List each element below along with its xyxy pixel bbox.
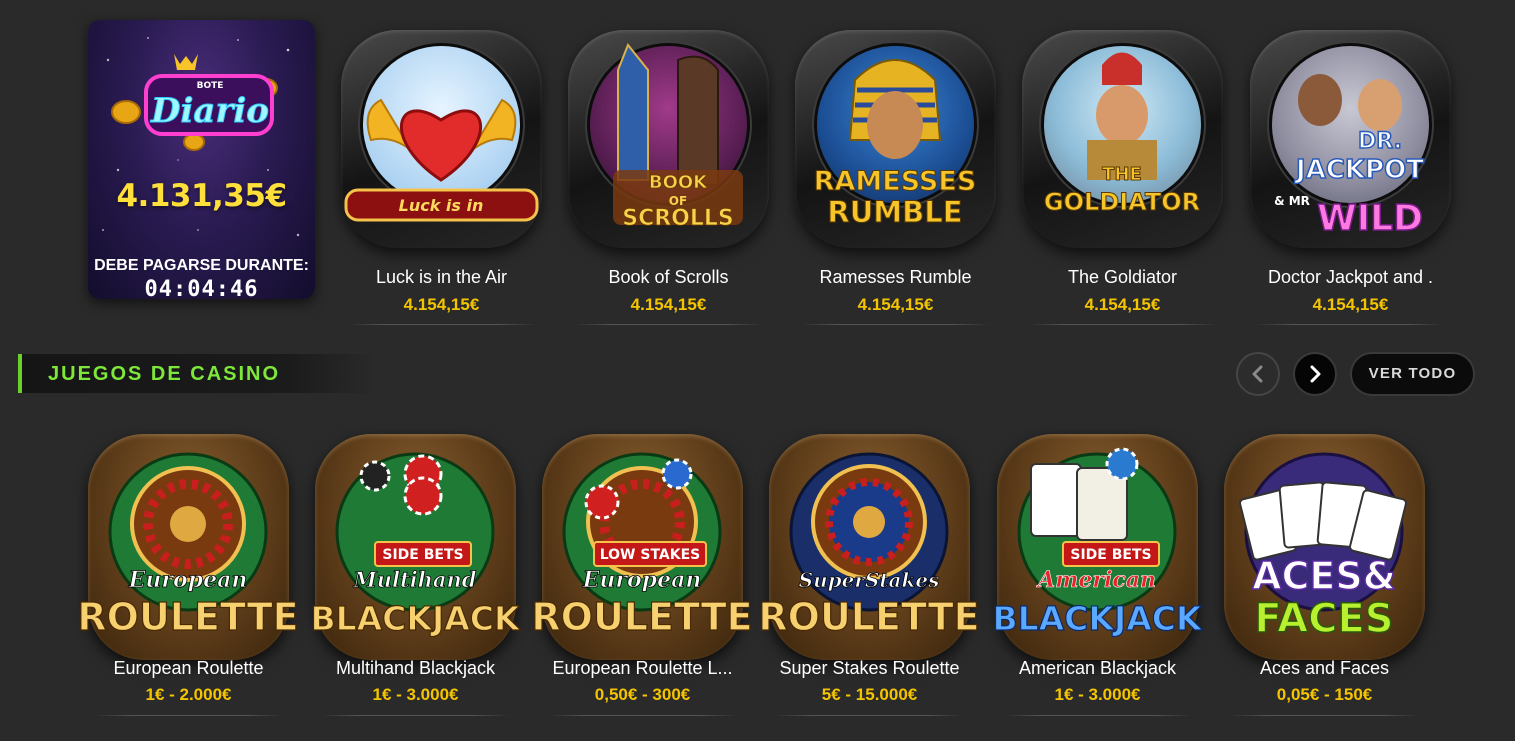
game-name: The Goldiator xyxy=(1067,267,1178,287)
roulette-wheel-icon: European ROULETTE xyxy=(77,452,299,640)
pharaoh-icon: RAMESSES RUMBLE xyxy=(813,59,977,230)
game-bet-range: 0,05€ - 150€ xyxy=(1276,685,1373,704)
svg-text:Multihand: Multihand xyxy=(353,567,477,592)
jackpot-timer: 04:04:46 xyxy=(144,277,259,299)
game-name: Multihand Blackjack xyxy=(335,658,496,678)
svg-text:SuperStakes: SuperStakes xyxy=(799,568,940,592)
view-all-button[interactable]: VER TODO xyxy=(1350,352,1475,396)
chevron-left-icon xyxy=(1252,365,1263,383)
svg-text:FACES: FACES xyxy=(1254,596,1393,642)
gladiator-icon: THE GOLDIATOR xyxy=(1043,52,1201,217)
game-tile-luck-is-in-the-air[interactable]: Luck is in Luck is in the Air 4.154,15€ xyxy=(339,24,544,329)
game-tile-the-goldiator[interactable]: THE GOLDIATOR The Goldiator 4.154,15€ xyxy=(1020,24,1225,329)
svg-text:WILD: WILD xyxy=(1317,198,1423,239)
game-bet-range: 1€ - 3.000€ xyxy=(372,685,459,704)
game-name: Aces and Faces xyxy=(1259,658,1390,678)
svg-text:BOTE: BOTE xyxy=(197,81,224,91)
svg-text:Diario: Diario xyxy=(150,91,269,131)
divider xyxy=(574,324,763,325)
svg-text:European: European xyxy=(128,567,248,593)
svg-text:GOLDIATOR: GOLDIATOR xyxy=(1044,188,1200,216)
game-tile-book-of-scrolls[interactable]: BOOK OF SCROLLS Book of Scrolls 4.154,15… xyxy=(566,24,771,329)
game-tile-doctor-jackpot[interactable]: DR. JACKPOT & MR WILD Doctor Jackpot and… xyxy=(1248,24,1453,329)
section-header-casino-games: JUEGOS DE CASINO xyxy=(18,354,378,393)
carousel-prev-button[interactable] xyxy=(1236,352,1280,396)
svg-text:SIDE BETS: SIDE BETS xyxy=(1070,547,1151,563)
jackpot-amount: 4.131,35€ xyxy=(116,178,287,214)
divider xyxy=(548,715,737,716)
svg-text:ROULETTE: ROULETTE xyxy=(77,595,298,639)
divider xyxy=(801,324,990,325)
divider xyxy=(775,715,964,716)
svg-text:SIDE BETS: SIDE BETS xyxy=(382,547,463,563)
poker-cards-icon: ACES& FACES xyxy=(1239,452,1407,643)
svg-text:European: European xyxy=(582,567,702,593)
winged-heart-icon: Luck is in xyxy=(344,98,539,222)
game-jackpot-amount: 4.154,15€ xyxy=(1084,295,1161,314)
divider xyxy=(321,715,510,716)
game-tile-european-roulette-low-stakes[interactable]: LOW STAKES European ROULETTE European Ro… xyxy=(531,434,753,739)
game-tile-super-stakes-roulette[interactable]: SuperStakes ROULETTE Super Stakes Roulet… xyxy=(758,434,980,739)
roulette-wheel-icon: SuperStakes ROULETTE xyxy=(758,452,980,640)
game-tile-american-blackjack[interactable]: SIDE BETS American BLACKJACK American Bl… xyxy=(992,434,1204,739)
carousel-next-button[interactable] xyxy=(1293,352,1337,396)
divider xyxy=(1230,715,1419,716)
game-bet-range: 1€ - 2.000€ xyxy=(145,685,232,704)
game-name: Doctor Jackpot and . xyxy=(1267,267,1434,287)
game-name: Ramesses Rumble xyxy=(819,267,972,287)
game-name: Book of Scrolls xyxy=(608,267,729,287)
svg-text:ACES&: ACES& xyxy=(1252,554,1396,598)
dr-jackpot-icon: DR. JACKPOT & MR WILD xyxy=(1274,74,1425,240)
book-of-scrolls-art: BOOK OF SCROLLS xyxy=(613,43,743,231)
game-jackpot-amount: 4.154,15€ xyxy=(403,295,480,314)
section-accent-bar xyxy=(18,354,22,393)
jackpot-due-label: DEBE PAGARSE DURANTE: xyxy=(94,257,309,274)
svg-text:RUMBLE: RUMBLE xyxy=(827,195,962,229)
svg-text:RAMESSES: RAMESSES xyxy=(814,166,977,197)
game-jackpot-amount: 4.154,15€ xyxy=(630,295,707,314)
blackjack-chips-icon: SIDE BETS Multihand BLACKJACK xyxy=(310,452,522,639)
svg-text:BOOK: BOOK xyxy=(649,172,708,193)
playing-cards-icon: SIDE BETS American BLACKJACK xyxy=(992,447,1204,639)
svg-text:JACKPOT: JACKPOT xyxy=(1294,155,1424,185)
game-name: Luck is in the Air xyxy=(375,267,508,287)
game-tile-ramesses-rumble[interactable]: RAMESSES RUMBLE Ramesses Rumble 4.154,15… xyxy=(793,24,998,329)
divider xyxy=(1003,715,1192,716)
svg-text:ROULETTE: ROULETTE xyxy=(758,595,979,639)
game-name: European Roulette xyxy=(113,658,264,678)
svg-text:BLACKJACK: BLACKJACK xyxy=(310,599,521,638)
game-name: Super Stakes Roulette xyxy=(779,658,960,678)
divider xyxy=(1028,324,1217,325)
game-jackpot-amount: 4.154,15€ xyxy=(1312,295,1389,314)
game-bet-range: 0,50€ - 300€ xyxy=(594,685,691,704)
svg-text:LOW STAKES: LOW STAKES xyxy=(600,547,701,563)
daily-jackpot-card[interactable]: BOTE Diario 4.131,35€ DEBE PAGARSE DURAN… xyxy=(88,20,315,299)
game-tile-aces-and-faces[interactable]: ACES& FACES Aces and Faces 0,05€ - 150€ xyxy=(1222,434,1427,739)
game-bet-range: 5€ - 15.000€ xyxy=(821,685,918,704)
game-bet-range: 1€ - 3.000€ xyxy=(1054,685,1141,704)
divider xyxy=(1256,324,1445,325)
divider xyxy=(347,324,536,325)
svg-text:BLACKJACK: BLACKJACK xyxy=(992,599,1203,638)
svg-text:Luck is in: Luck is in xyxy=(399,196,484,215)
svg-text:American: American xyxy=(1036,567,1156,593)
bote-diario-logo: BOTE Diario xyxy=(111,54,278,151)
svg-text:SCROLLS: SCROLLS xyxy=(622,206,734,231)
svg-text:DR.: DR. xyxy=(1358,129,1402,154)
chevron-right-icon xyxy=(1310,365,1321,383)
game-name: American Blackjack xyxy=(1018,658,1177,678)
divider xyxy=(94,715,283,716)
game-tile-european-roulette[interactable]: European ROULETTE European Roulette 1€ -… xyxy=(77,434,299,739)
svg-text:THE: THE xyxy=(1102,164,1142,185)
game-jackpot-amount: 4.154,15€ xyxy=(857,295,934,314)
roulette-wheel-icon: LOW STAKES European ROULETTE xyxy=(531,452,753,640)
game-tile-multihand-blackjack[interactable]: SIDE BETS Multihand BLACKJACK Multihand … xyxy=(310,434,522,739)
section-title: JUEGOS DE CASINO xyxy=(48,363,281,385)
game-name: European Roulette L... xyxy=(552,658,733,678)
svg-text:& MR: & MR xyxy=(1274,194,1310,208)
svg-text:ROULETTE: ROULETTE xyxy=(531,595,752,639)
